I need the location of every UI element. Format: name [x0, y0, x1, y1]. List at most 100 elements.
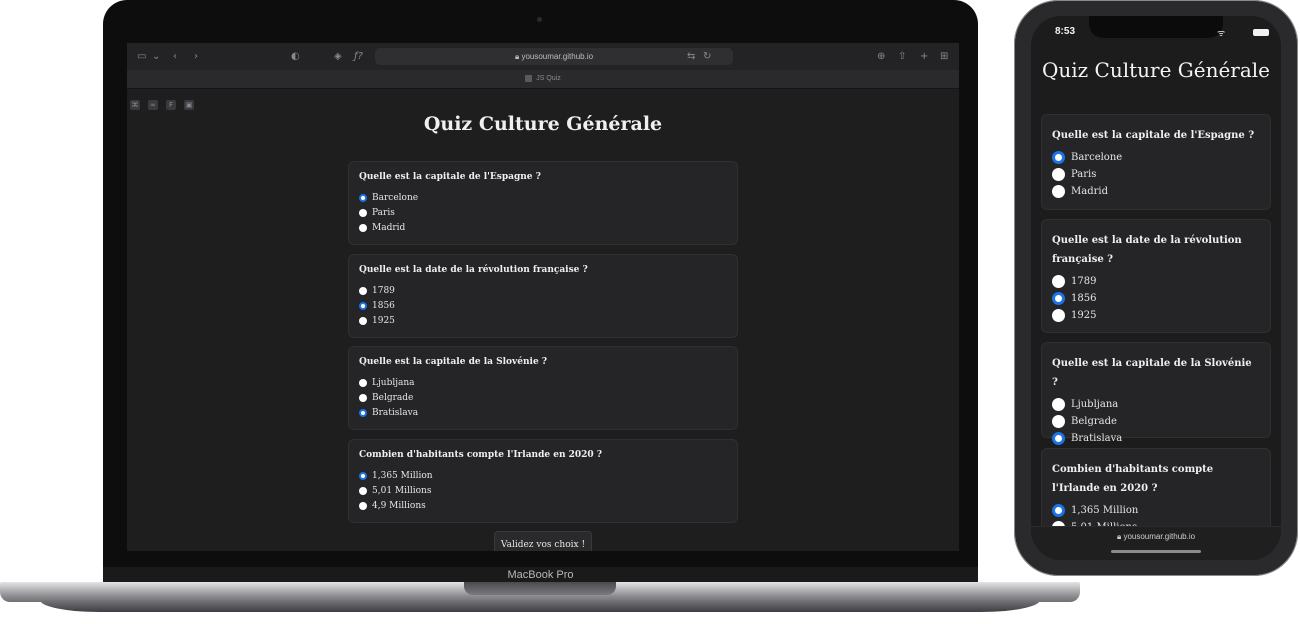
option-row[interactable]: 1789 [1052, 273, 1260, 290]
option-row[interactable]: 1,365 Million [1052, 502, 1260, 519]
radio-unselected[interactable] [359, 393, 367, 402]
option-row[interactable]: Barcelone [1052, 149, 1260, 166]
reload-icon[interactable]: ↻ [703, 43, 711, 70]
tab-favicon [525, 74, 533, 82]
status-time: 8:53 [1055, 26, 1076, 37]
radio-unselected[interactable] [1052, 275, 1065, 288]
option-row[interactable]: Ljubljana [1052, 396, 1260, 413]
question-card: Combien d'habitants compte l'Irlande en … [348, 439, 738, 523]
address-bar[interactable]: 🔒︎ yousoumar.github.io [375, 48, 733, 65]
option-row[interactable]: 1925 [359, 313, 727, 328]
battery-icon [1253, 29, 1269, 36]
radio-selected[interactable] [359, 193, 367, 202]
extension-icon[interactable]: ◈ [334, 43, 342, 70]
radio-selected[interactable] [359, 301, 367, 310]
radio-unselected[interactable] [1052, 309, 1065, 322]
question-card: Quelle est la capitale de la Slovénie ? … [348, 346, 738, 430]
option-row[interactable]: 4,9 Millions [359, 498, 727, 513]
option-label: Madrid [1071, 186, 1108, 197]
option-label: 1856 [372, 300, 395, 311]
option-label: Bratislava [1071, 433, 1123, 444]
radio-unselected[interactable] [1052, 398, 1065, 411]
iphone-notch [1089, 16, 1223, 38]
question-text: Combien d'habitants compte l'Irlande en … [1052, 464, 1214, 494]
wifi-icon: ᯤ [1217, 29, 1226, 39]
tab-overview-icon[interactable]: ⊞ [940, 43, 948, 70]
radio-selected[interactable] [1052, 151, 1065, 164]
tab-title: JS Quiz [536, 75, 561, 82]
option-row[interactable]: Madrid [1052, 183, 1260, 200]
question-text: Quelle est la capitale de l'Espagne ? [359, 172, 541, 182]
favorite-icon[interactable]: ∞ [148, 100, 158, 110]
option-row[interactable]: 1856 [359, 298, 727, 313]
tab-active[interactable]: JS Quiz [127, 70, 959, 88]
option-label: Madrid [372, 222, 406, 233]
macbook-hinge-notch [464, 582, 616, 595]
favorite-icon[interactable]: F [166, 100, 176, 110]
radio-unselected[interactable] [359, 223, 367, 232]
question-text: Combien d'habitants compte l'Irlande en … [359, 450, 603, 460]
question-card: Quelle est la capitale de l'Espagne ? Ba… [348, 161, 738, 245]
home-indicator[interactable] [1111, 550, 1201, 553]
favorite-icon[interactable]: ⌘ [130, 100, 140, 110]
mobile-url[interactable]: 🔒︎ yousoumar.github.io [1031, 532, 1281, 542]
radio-unselected[interactable] [359, 208, 367, 217]
option-row[interactable]: Madrid [359, 220, 727, 235]
option-label: 1856 [1071, 293, 1097, 304]
option-row[interactable]: Bratislava [359, 405, 727, 420]
radio-unselected[interactable] [359, 501, 367, 510]
favorite-icon[interactable]: ▣ [184, 100, 194, 110]
back-icon[interactable]: ‹ [173, 43, 177, 70]
option-label: 5,01 Millions [372, 485, 432, 496]
option-row[interactable]: Barcelone [359, 190, 727, 205]
option-label: Barcelone [372, 192, 419, 203]
radio-unselected[interactable] [359, 286, 367, 295]
option-row[interactable]: 1856 [1052, 290, 1260, 307]
radio-unselected[interactable] [359, 378, 367, 387]
function-icon[interactable]: ƒ? [354, 43, 363, 70]
option-label: 1,365 Million [372, 470, 433, 481]
option-label: 1925 [372, 315, 395, 326]
option-row[interactable]: Ljubljana [359, 375, 727, 390]
option-row[interactable]: Bratislava [1052, 430, 1260, 447]
question-card: Quelle est la capitale de l'Espagne ? Ba… [1041, 114, 1271, 210]
question-text: Quelle est la capitale de la Slovénie ? [1052, 358, 1252, 388]
option-label: 4,9 Millions [372, 500, 426, 511]
radio-unselected[interactable] [359, 316, 367, 325]
option-label: Bratislava [372, 407, 419, 418]
option-row[interactable]: 1925 [1052, 307, 1260, 324]
option-label: Paris [372, 207, 395, 218]
privacy-shield-icon[interactable]: ◐ [291, 43, 300, 70]
option-label: 1789 [1071, 276, 1097, 287]
submit-button[interactable]: Validez vos choix ! [494, 531, 592, 551]
radio-selected[interactable] [359, 408, 367, 417]
radio-selected[interactable] [1052, 432, 1065, 445]
address-text: yousoumar.github.io [521, 52, 594, 61]
option-row[interactable]: Belgrade [1052, 413, 1260, 430]
sidebar-icon[interactable]: ▭ [137, 43, 146, 70]
option-row[interactable]: Belgrade [359, 390, 727, 405]
radio-unselected[interactable] [1052, 168, 1065, 181]
share-icon[interactable]: ⇧ [898, 43, 906, 70]
browser-toolbar: ▭ ⌄ ‹ › ◐ ◈ ƒ? 🔒︎ yousoumar.github.io ⇆ … [127, 43, 959, 70]
option-row[interactable]: Paris [359, 205, 727, 220]
radio-unselected[interactable] [1052, 415, 1065, 428]
radio-selected[interactable] [1052, 504, 1065, 517]
radio-selected[interactable] [1052, 292, 1065, 305]
chevron-down-icon[interactable]: ⌄ [152, 43, 160, 70]
page-title: Quiz Culture Générale [423, 113, 663, 135]
translate-icon[interactable]: ⇆ [687, 43, 695, 70]
option-row[interactable]: 5,01 Millions [359, 483, 727, 498]
option-row[interactable]: 1789 [359, 283, 727, 298]
new-tab-icon[interactable]: + [920, 43, 928, 70]
radio-selected[interactable] [359, 471, 367, 480]
question-text: Quelle est la capitale de la Slovénie ? [359, 357, 548, 367]
mobile-url-text: yousoumar.github.io [1123, 532, 1196, 541]
radio-unselected[interactable] [1052, 185, 1065, 198]
forward-icon[interactable]: › [194, 43, 198, 70]
download-icon[interactable]: ⊕ [877, 43, 885, 70]
option-row[interactable]: 1,365 Million [359, 468, 727, 483]
radio-unselected[interactable] [359, 486, 367, 495]
option-row[interactable]: Paris [1052, 166, 1260, 183]
option-label: Barcelone [1071, 152, 1123, 163]
